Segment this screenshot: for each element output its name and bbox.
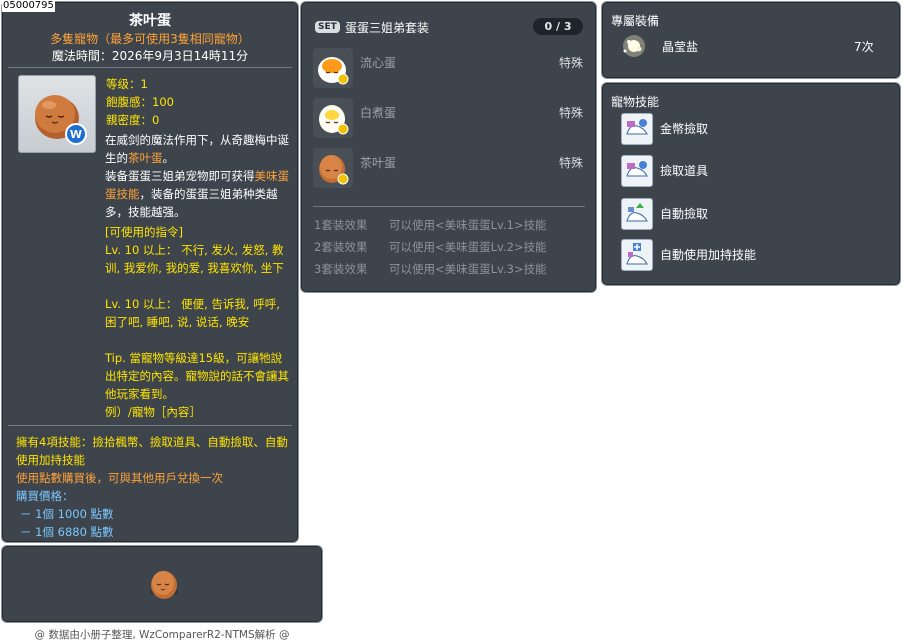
flowing-egg-icon	[313, 48, 353, 88]
item-id-label: 05000795	[2, 0, 55, 12]
price-label: 購買價格：	[16, 489, 74, 503]
skill-label: 自動使用加持技能	[660, 248, 757, 262]
exclusive-item-name: 晶莹盐	[662, 40, 699, 54]
description-1: 在威剑的魔法作用下，从奇趣梅中诞生的茶叶蛋。	[105, 133, 289, 165]
set-item-row[interactable]: 茶叶蛋 特殊	[313, 148, 583, 190]
skill-row: 撿取道具	[621, 155, 891, 189]
commands-lv10-b: Lv. 10 以上： 便便, 告诉我, 呼呼, 困了吧, 睡吧, 说, 说话, …	[105, 297, 280, 329]
exclusive-header: 專屬裝備	[611, 14, 660, 28]
set-panel: SET 蛋蛋三姐弟套装 0 / 3 流心蛋 特殊 白煮蛋 特殊 茶叶蛋 特殊 1…	[300, 1, 597, 293]
example-text: 例）/寵物［內容］	[105, 405, 201, 419]
commands-lv10-a: Lv. 10 以上： 不行, 发火, 发怒, 教训, 我爱你, 我的爱, 我喜欢…	[105, 243, 284, 275]
pet-fullness: 飽腹感：100	[106, 95, 174, 109]
skill-label: 自動撿取	[660, 207, 709, 221]
set-item-row[interactable]: 流心蛋 特殊	[313, 48, 583, 90]
price-option-1: － 1個 1000 點數	[20, 507, 114, 521]
set-effect-2: 2套装效果 可以使用<美味蛋蛋Lv.2>技能	[314, 240, 547, 254]
tip-text: Tip. 當寵物等級達15級，可讓牠說出特定的內容。寵物說的話不會讓其他玩家看到…	[105, 351, 289, 401]
skill-row: 自動使用加持技能	[621, 239, 891, 273]
description-2: 装备蛋蛋三姐弟宠物即可获得美味蛋蛋技能，装备的蛋蛋三姐弟种类越多，技能越强。	[105, 169, 289, 219]
crystal-salt-icon	[623, 35, 645, 57]
divider	[8, 425, 292, 426]
set-item-type: 特殊	[558, 56, 583, 70]
auto-buff-icon	[621, 239, 653, 271]
set-badge: SET	[315, 21, 340, 33]
set-item-name: 流心蛋	[360, 56, 397, 70]
item-subtitle: 多隻寵物（最多可使用3隻相同寵物）	[50, 32, 250, 46]
item-pickup-icon	[621, 155, 653, 187]
skill-label: 撿取道具	[660, 164, 709, 178]
skills-summary: 擁有4項技能：撿拾楓幣、撿取道具、自動撿取、自動使用加持技能	[16, 435, 288, 467]
footer-credit: @ 数据由小册子整理, WzComparerR2-NTMS解析 @	[34, 629, 290, 641]
divider	[8, 67, 292, 68]
item-tooltip-panel: 茶叶蛋 多隻寵物（最多可使用3隻相同寵物） 魔法時間：2026年9月3日14時1…	[1, 1, 299, 543]
divider	[313, 206, 585, 207]
item-title: 茶叶蛋	[129, 13, 171, 29]
pet-preview-panel	[1, 545, 323, 623]
skill-label: 金幣撿取	[660, 122, 709, 136]
tea-egg-sprite-icon	[150, 571, 178, 599]
set-effect-3: 3套装效果 可以使用<美味蛋蛋Lv.3>技能	[314, 262, 547, 276]
tea-egg-icon	[313, 148, 353, 188]
trade-info: 使用點數購買後，可與其他用戶兌換一次	[16, 471, 223, 485]
pet-skills-panel: 寵物技能 金幣撿取 撿取道具 自動撿取 自動使用加持技能	[601, 82, 901, 286]
set-item-type: 特殊	[558, 156, 583, 170]
exclusive-equipment-panel: 專屬裝備 晶莹盐 7次	[601, 1, 901, 79]
command-header: [可使用的指令]	[105, 225, 183, 239]
pet-skills-header: 寵物技能	[611, 95, 660, 109]
set-item-name: 茶叶蛋	[360, 156, 397, 170]
set-item-type: 特殊	[558, 106, 583, 120]
pet-level: 等级：1	[106, 77, 148, 91]
pet-icon-frame: W	[18, 75, 96, 153]
magic-time: 魔法時間：2026年9月3日14時11分	[51, 49, 249, 63]
set-item-row[interactable]: 白煮蛋 特殊	[313, 98, 583, 140]
meso-pickup-icon	[621, 113, 653, 145]
boiled-egg-icon	[313, 98, 353, 138]
price-option-2: － 1個 6880 點數	[20, 525, 114, 539]
svg-text:W: W	[70, 128, 82, 141]
set-count: 0 / 3	[533, 18, 583, 35]
exclusive-item-count: 7次	[854, 40, 874, 54]
auto-pickup-icon	[621, 198, 653, 230]
set-title: 蛋蛋三姐弟套装	[345, 21, 430, 35]
set-effect-1: 1套装效果 可以使用<美味蛋蛋Lv.1>技能	[314, 218, 547, 232]
skill-row: 自動撿取	[621, 198, 891, 232]
set-item-name: 白煮蛋	[360, 106, 397, 120]
skill-row: 金幣撿取	[621, 113, 891, 147]
tea-egg-icon: W	[35, 95, 87, 145]
pet-closeness: 親密度：0	[106, 113, 160, 127]
